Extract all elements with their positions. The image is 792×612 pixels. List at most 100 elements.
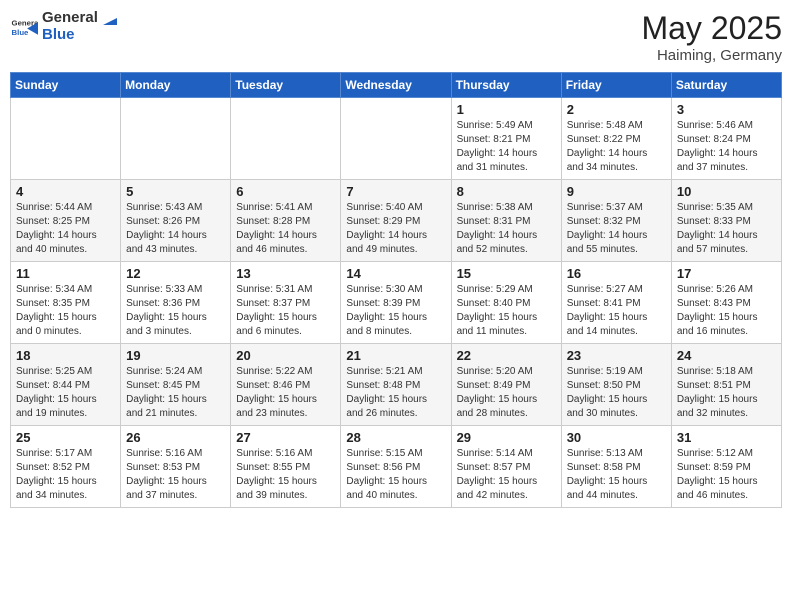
day-info: Sunrise: 5:16 AM Sunset: 8:55 PM Dayligh…: [236, 447, 335, 503]
title-area: May 2025 Haiming, Germany: [641, 10, 782, 64]
day-info: Sunrise: 5:34 AM Sunset: 8:35 PM Dayligh…: [16, 283, 115, 339]
cell-3-5: 23Sunrise: 5:19 AM Sunset: 8:50 PM Dayli…: [561, 344, 671, 426]
day-number: 6: [236, 184, 335, 199]
day-info: Sunrise: 5:21 AM Sunset: 8:48 PM Dayligh…: [346, 365, 445, 421]
day-info: Sunrise: 5:13 AM Sunset: 8:58 PM Dayligh…: [567, 447, 666, 503]
cell-0-5: 2 Sunrise: 5:48 AM Sunset: 8:22 PM Daylig…: [561, 98, 671, 180]
day-number: 24: [677, 348, 776, 363]
day-number: 2: [567, 102, 666, 117]
logo-icon: General Blue: [10, 13, 38, 41]
day-info: Sunrise: 5:17 AM Sunset: 8:52 PM Dayligh…: [16, 447, 115, 503]
week-row-3: 11 Sunrise: 5:34 AM Sunset: 8:35 PM Dayli…: [11, 262, 782, 344]
cell-3-1: 19Sunrise: 5:24 AM Sunset: 8:45 PM Dayli…: [121, 344, 231, 426]
cell-3-6: 24 Sunrise: 5:18 AM Sunset: 8:51 PM Dayli…: [671, 344, 781, 426]
cell-1-6: 10 Sunrise: 5:35 AM Sunset: 8:33 PM Dayli…: [671, 180, 781, 262]
cell-4-3: 28Sunrise: 5:15 AM Sunset: 8:56 PM Dayli…: [341, 426, 451, 508]
cell-0-3: [341, 98, 451, 180]
day-number: 14: [346, 266, 445, 281]
cell-3-3: 21 Sunrise: 5:21 AM Sunset: 8:48 PM Dayli…: [341, 344, 451, 426]
col-friday: Friday: [561, 73, 671, 98]
day-info: Sunrise: 5:33 AM Sunset: 8:36 PM Dayligh…: [126, 283, 225, 339]
cell-4-5: 30 Sunrise: 5:13 AM Sunset: 8:58 PM Dayli…: [561, 426, 671, 508]
week-row-5: 25 Sunrise: 5:17 AM Sunset: 8:52 PM Dayli…: [11, 426, 782, 508]
day-info: Sunrise: 5:20 AM Sunset: 8:49 PM Dayligh…: [457, 365, 556, 421]
day-info: Sunrise: 5:35 AM Sunset: 8:33 PM Dayligh…: [677, 201, 776, 257]
day-info: Sunrise: 5:31 AM Sunset: 8:37 PM Dayligh…: [236, 283, 335, 339]
day-number: 11: [16, 266, 115, 281]
cell-1-5: 9Sunrise: 5:37 AM Sunset: 8:32 PM Daylig…: [561, 180, 671, 262]
day-info: Sunrise: 5:14 AM Sunset: 8:57 PM Dayligh…: [457, 447, 556, 503]
day-info: Sunrise: 5:25 AM Sunset: 8:44 PM Dayligh…: [16, 365, 115, 421]
logo-triangle-icon: [103, 11, 117, 25]
cell-2-6: 17Sunrise: 5:26 AM Sunset: 8:43 PM Dayli…: [671, 262, 781, 344]
cell-4-6: 31 Sunrise: 5:12 AM Sunset: 8:59 PM Dayli…: [671, 426, 781, 508]
day-info: Sunrise: 5:49 AM Sunset: 8:21 PM Dayligh…: [457, 119, 556, 175]
day-info: Sunrise: 5:38 AM Sunset: 8:31 PM Dayligh…: [457, 201, 556, 257]
day-number: 27: [236, 430, 335, 445]
day-number: 20: [236, 348, 335, 363]
day-number: 21: [346, 348, 445, 363]
header: General Blue General Blue May 2025 Haimi…: [10, 10, 782, 64]
day-info: Sunrise: 5:16 AM Sunset: 8:53 PM Dayligh…: [126, 447, 225, 503]
day-info: Sunrise: 5:22 AM Sunset: 8:46 PM Dayligh…: [236, 365, 335, 421]
cell-0-6: 3 Sunrise: 5:46 AM Sunset: 8:24 PM Daylig…: [671, 98, 781, 180]
cell-4-2: 27 Sunrise: 5:16 AM Sunset: 8:55 PM Dayli…: [231, 426, 341, 508]
cell-2-1: 12 Sunrise: 5:33 AM Sunset: 8:36 PM Dayli…: [121, 262, 231, 344]
col-sunday: Sunday: [11, 73, 121, 98]
logo-blue: Blue: [42, 27, 117, 44]
day-number: 31: [677, 430, 776, 445]
day-number: 1: [457, 102, 556, 117]
day-info: Sunrise: 5:26 AM Sunset: 8:43 PM Dayligh…: [677, 283, 776, 339]
cell-3-4: 22 Sunrise: 5:20 AM Sunset: 8:49 PM Dayli…: [451, 344, 561, 426]
day-info: Sunrise: 5:43 AM Sunset: 8:26 PM Dayligh…: [126, 201, 225, 257]
day-number: 10: [677, 184, 776, 199]
day-number: 28: [346, 430, 445, 445]
day-info: Sunrise: 5:12 AM Sunset: 8:59 PM Dayligh…: [677, 447, 776, 503]
month-title: May 2025: [641, 10, 782, 47]
day-number: 19: [126, 348, 225, 363]
day-info: Sunrise: 5:18 AM Sunset: 8:51 PM Dayligh…: [677, 365, 776, 421]
cell-4-1: 26 Sunrise: 5:16 AM Sunset: 8:53 PM Dayli…: [121, 426, 231, 508]
day-number: 18: [16, 348, 115, 363]
col-saturday: Saturday: [671, 73, 781, 98]
col-wednesday: Wednesday: [341, 73, 451, 98]
cell-1-0: 4Sunrise: 5:44 AM Sunset: 8:25 PM Daylig…: [11, 180, 121, 262]
day-number: 3: [677, 102, 776, 117]
cell-1-2: 6Sunrise: 5:41 AM Sunset: 8:28 PM Daylig…: [231, 180, 341, 262]
cell-3-0: 18 Sunrise: 5:25 AM Sunset: 8:44 PM Dayli…: [11, 344, 121, 426]
cell-0-2: [231, 98, 341, 180]
cell-1-1: 5 Sunrise: 5:43 AM Sunset: 8:26 PM Daylig…: [121, 180, 231, 262]
day-info: Sunrise: 5:44 AM Sunset: 8:25 PM Dayligh…: [16, 201, 115, 257]
day-number: 26: [126, 430, 225, 445]
day-number: 15: [457, 266, 556, 281]
logo: General Blue General Blue: [10, 10, 117, 43]
svg-text:Blue: Blue: [12, 27, 30, 36]
cell-0-0: [11, 98, 121, 180]
day-number: 7: [346, 184, 445, 199]
col-monday: Monday: [121, 73, 231, 98]
day-info: Sunrise: 5:40 AM Sunset: 8:29 PM Dayligh…: [346, 201, 445, 257]
day-number: 25: [16, 430, 115, 445]
calendar-table: Sunday Monday Tuesday Wednesday Thursday…: [10, 72, 782, 508]
day-info: Sunrise: 5:46 AM Sunset: 8:24 PM Dayligh…: [677, 119, 776, 175]
cell-4-4: 29Sunrise: 5:14 AM Sunset: 8:57 PM Dayli…: [451, 426, 561, 508]
cell-4-0: 25 Sunrise: 5:17 AM Sunset: 8:52 PM Dayli…: [11, 426, 121, 508]
cell-2-3: 14 Sunrise: 5:30 AM Sunset: 8:39 PM Dayli…: [341, 262, 451, 344]
day-number: 5: [126, 184, 225, 199]
day-number: 16: [567, 266, 666, 281]
day-number: 12: [126, 266, 225, 281]
location-subtitle: Haiming, Germany: [641, 47, 782, 64]
cell-0-4: 1 Sunrise: 5:49 AM Sunset: 8:21 PM Daylig…: [451, 98, 561, 180]
day-info: Sunrise: 5:37 AM Sunset: 8:32 PM Dayligh…: [567, 201, 666, 257]
day-info: Sunrise: 5:48 AM Sunset: 8:22 PM Dayligh…: [567, 119, 666, 175]
day-number: 8: [457, 184, 556, 199]
cell-2-2: 13Sunrise: 5:31 AM Sunset: 8:37 PM Dayli…: [231, 262, 341, 344]
day-number: 30: [567, 430, 666, 445]
week-row-1: 1 Sunrise: 5:49 AM Sunset: 8:21 PM Daylig…: [11, 98, 782, 180]
day-number: 22: [457, 348, 556, 363]
day-info: Sunrise: 5:30 AM Sunset: 8:39 PM Dayligh…: [346, 283, 445, 339]
week-row-4: 18 Sunrise: 5:25 AM Sunset: 8:44 PM Dayli…: [11, 344, 782, 426]
week-row-2: 4Sunrise: 5:44 AM Sunset: 8:25 PM Daylig…: [11, 180, 782, 262]
cell-2-4: 15Sunrise: 5:29 AM Sunset: 8:40 PM Dayli…: [451, 262, 561, 344]
cell-2-5: 16Sunrise: 5:27 AM Sunset: 8:41 PM Dayli…: [561, 262, 671, 344]
